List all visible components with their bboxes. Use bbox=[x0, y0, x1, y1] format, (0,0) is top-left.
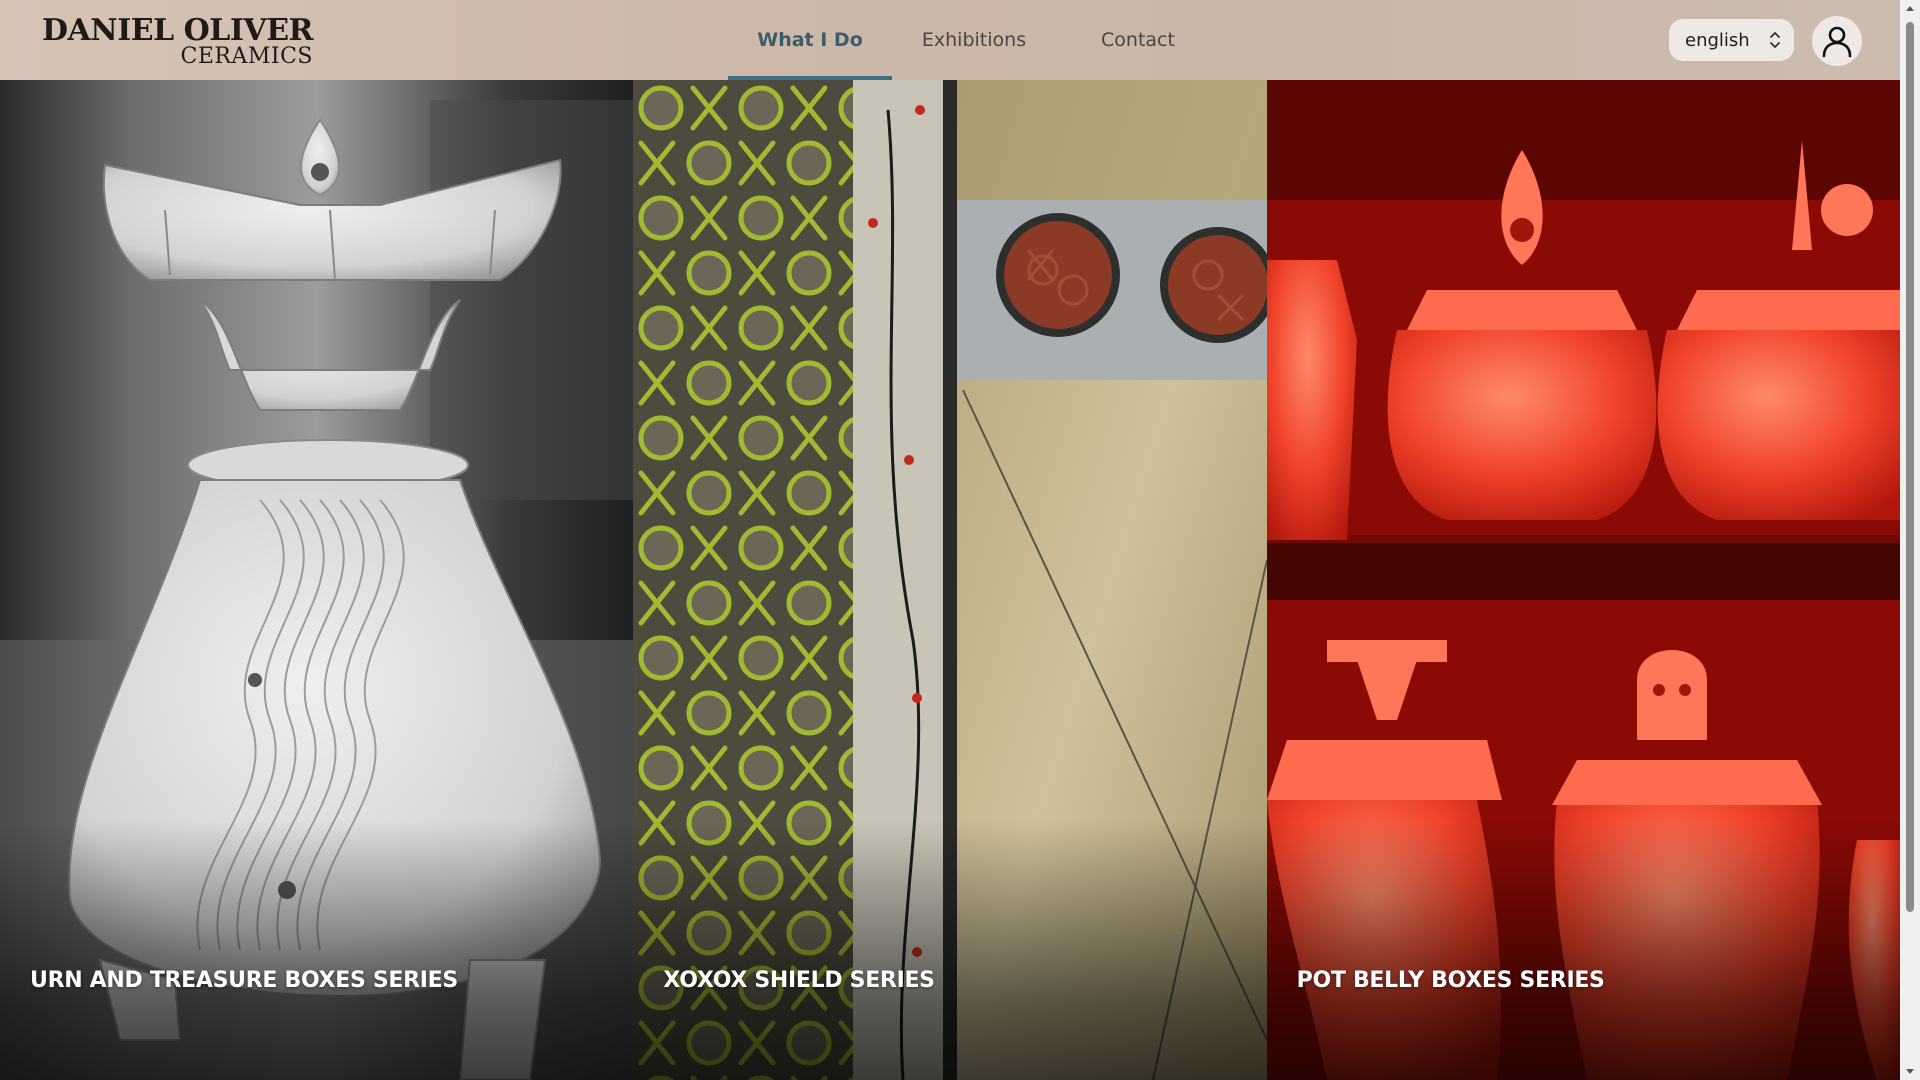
up-down-chevron-icon bbox=[1770, 32, 1780, 48]
panel-gradient bbox=[633, 820, 1267, 1080]
user-icon bbox=[1822, 26, 1852, 58]
series-card-pot-belly[interactable]: POT BELLY BOXES SERIES bbox=[1266, 80, 1900, 1080]
series-caption: POT BELLY BOXES SERIES bbox=[1296, 968, 1605, 993]
site-logo[interactable]: DANIEL OLIVER CERAMICS bbox=[42, 13, 314, 69]
series-caption: URN AND TREASURE BOXES SERIES bbox=[30, 968, 458, 993]
language-value: english bbox=[1685, 29, 1750, 51]
site-header: DANIEL OLIVER CERAMICS What I Do Exhibit… bbox=[0, 0, 1900, 80]
panel-gradient bbox=[1266, 820, 1900, 1080]
series-caption: XOXOX SHIELD SERIES bbox=[663, 968, 935, 993]
nav-contact[interactable]: Contact bbox=[1056, 0, 1220, 80]
language-select[interactable]: english bbox=[1669, 19, 1794, 61]
logo-line-1: DANIEL OLIVER bbox=[42, 13, 314, 48]
nav-exhibitions[interactable]: Exhibitions bbox=[892, 0, 1056, 80]
series-card-urn[interactable]: URN AND TREASURE BOXES SERIES bbox=[0, 80, 634, 1080]
user-account-button[interactable] bbox=[1812, 16, 1862, 66]
main-nav: What I Do Exhibitions Contact bbox=[728, 0, 1220, 80]
logo-line-2: CERAMICS bbox=[180, 44, 313, 69]
series-panels: URN AND TREASURE BOXES SERIES XOXOX SHIE… bbox=[0, 80, 1900, 1080]
nav-what-i-do[interactable]: What I Do bbox=[728, 0, 892, 80]
scroll-up-arrow-icon[interactable] bbox=[1905, 4, 1915, 14]
page-scrollbar[interactable] bbox=[1900, 0, 1920, 1080]
scrollbar-thumb[interactable] bbox=[1906, 22, 1914, 912]
series-card-xoxox[interactable]: XOXOX SHIELD SERIES bbox=[633, 80, 1267, 1080]
scroll-down-arrow-icon[interactable] bbox=[1905, 1066, 1915, 1076]
panel-gradient bbox=[0, 820, 634, 1080]
